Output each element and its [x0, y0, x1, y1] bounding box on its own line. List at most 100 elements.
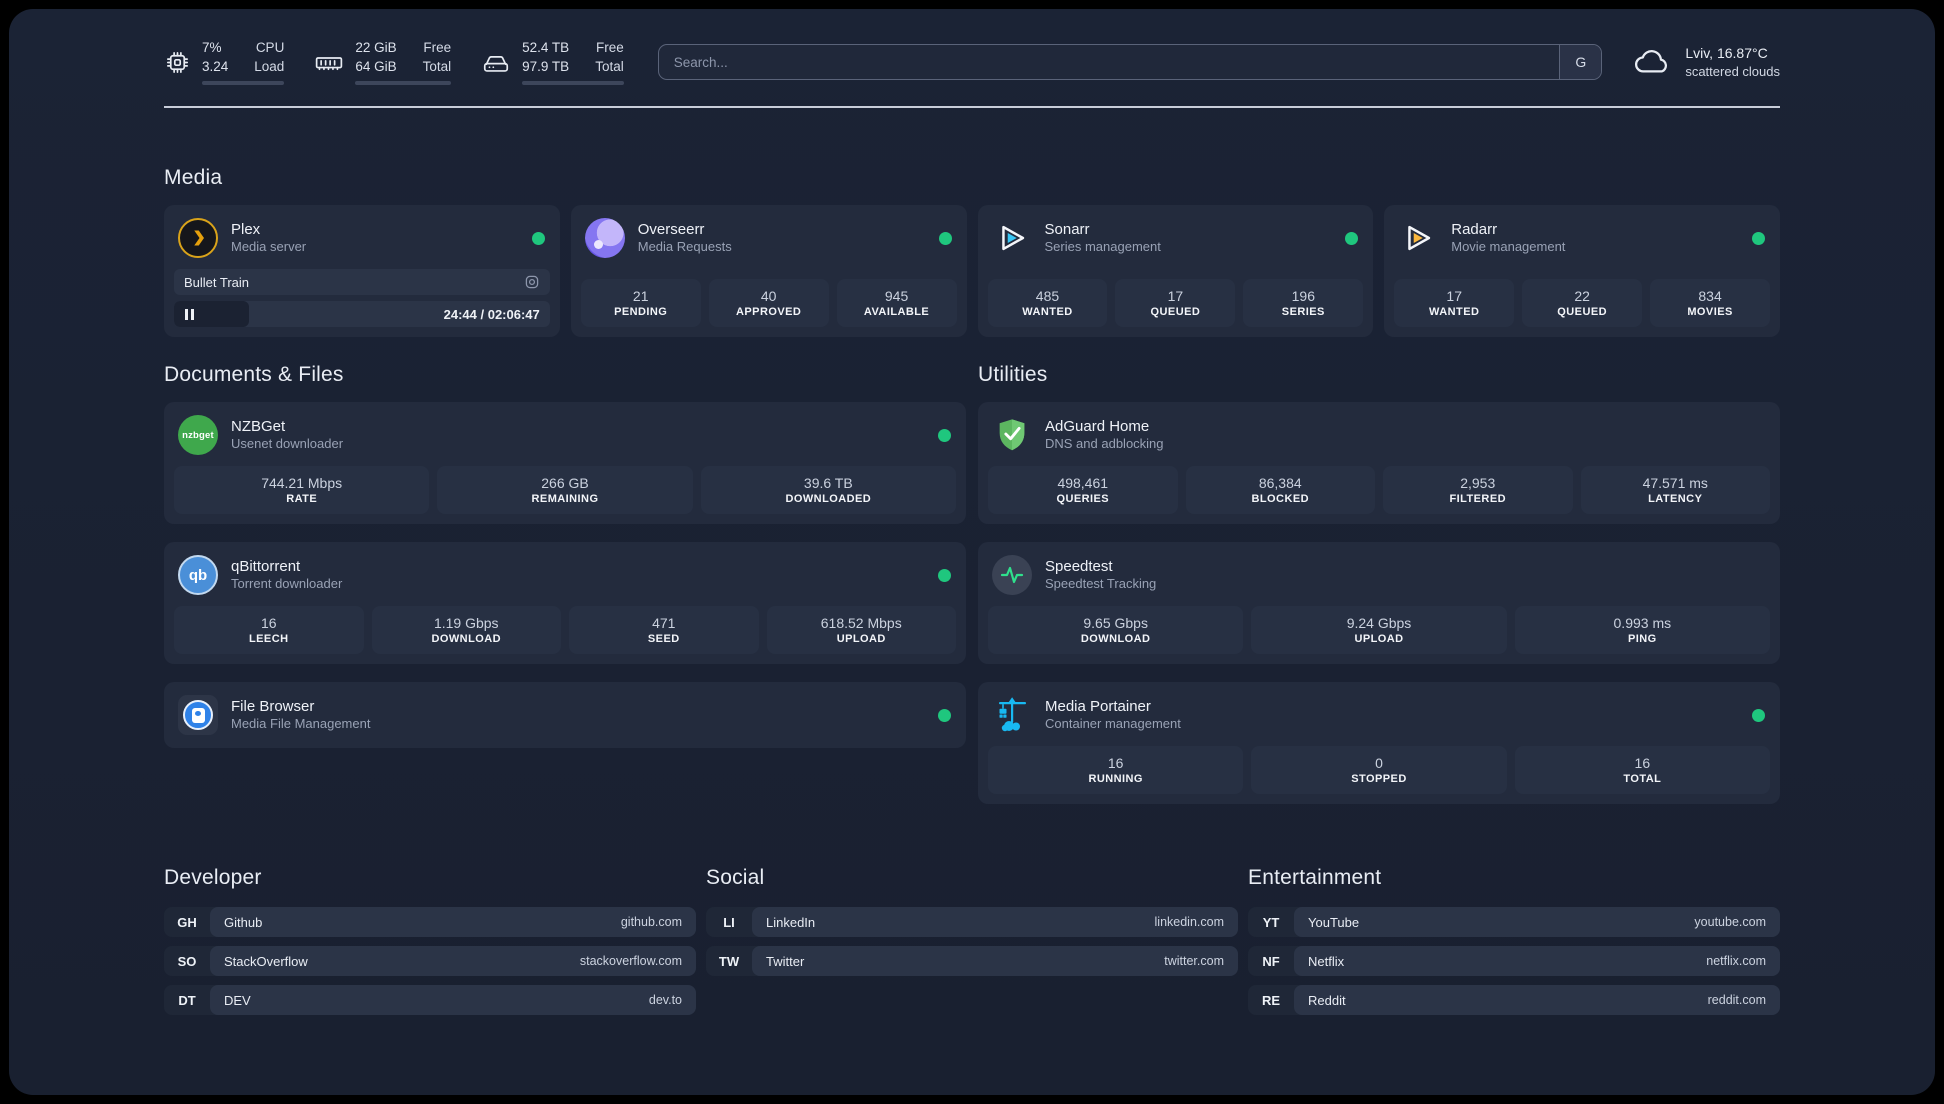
- bookmark-url: dev.to: [648, 993, 682, 1008]
- stat-label: QUEUED: [1557, 306, 1607, 319]
- bookmark-abbr: DT: [178, 992, 196, 1008]
- service-stats: 21 PENDING 40 APPROVED 945 AVAILABLE: [580, 279, 957, 328]
- service-link-plex[interactable]: Plex Media server: [174, 215, 550, 269]
- stat-queued: 22 QUEUED: [1522, 279, 1643, 328]
- stat-upload: 618.52 Mbps UPLOAD: [766, 606, 956, 655]
- stat-label: DOWNLOAD: [1080, 633, 1151, 646]
- memory-widget: 22 GiB Free 64 GiB Total: [314, 39, 452, 86]
- stat-value: 0.993 ms: [1613, 615, 1672, 632]
- stat-value: 485: [1035, 288, 1060, 305]
- dashboard: 7% CPU 3.24 Load 22 GiB Free 64 GiB Tota…: [9, 9, 1935, 1095]
- service-link-portainer[interactable]: Media Portainer Container management: [988, 692, 1770, 746]
- bookmark-abbr: TW: [718, 953, 740, 969]
- cpu-icon: [164, 49, 191, 76]
- bookmark-github[interactable]: GH Github github.com: [164, 907, 696, 938]
- service-name: Radarr: [1451, 220, 1498, 238]
- stat-value: 17: [1446, 288, 1462, 305]
- stat-value: 16: [260, 615, 277, 632]
- camera-icon: [524, 274, 540, 290]
- service-stats: 17 WANTED 22 QUEUED 834 MOVIES: [1394, 279, 1771, 328]
- search-input[interactable]: [658, 45, 1560, 80]
- stat-ping: 0.993 ms PING: [1514, 606, 1770, 655]
- service-link-nzbget[interactable]: nzbget NZBGet Usenet downloader: [174, 412, 956, 466]
- search-provider-button[interactable]: G: [1559, 45, 1602, 80]
- service-link-filebrowser[interactable]: File Browser Media File Management: [174, 692, 956, 738]
- service-card-qbittorrent: qb qBittorrent Torrent downloader 16 LEE…: [164, 542, 966, 665]
- header-divider: [164, 106, 1780, 109]
- bookmark-url: youtube.com: [1694, 915, 1766, 930]
- status-dot-online: [938, 568, 951, 582]
- bookmark-netflix[interactable]: NF Netflix netflix.com: [1248, 946, 1780, 977]
- stat-label: RATE: [286, 493, 318, 506]
- bookmark-twitter[interactable]: TW Twitter twitter.com: [706, 946, 1238, 977]
- stat-label: RUNNING: [1088, 773, 1143, 786]
- cpu-widget: 7% CPU 3.24 Load: [164, 39, 285, 86]
- stat-label: QUEUED: [1150, 306, 1201, 319]
- search-bar: G: [657, 44, 1603, 81]
- bookmark-dev[interactable]: DT DEV dev.to: [164, 985, 696, 1016]
- service-card-adguard: AdGuard Home DNS and adblocking 498,461 …: [978, 402, 1780, 525]
- stat-value: 16: [1107, 755, 1124, 772]
- service-card-sonarr: Sonarr Series management 485 WANTED 17 Q…: [977, 205, 1374, 338]
- stat-label: SERIES: [1281, 306, 1325, 319]
- stat-value: 2,953: [1460, 475, 1496, 492]
- memory-progress-bar: [355, 81, 452, 86]
- bookmark-url: reddit.com: [1707, 993, 1766, 1008]
- stat-download: 9.65 Gbps DOWNLOAD: [988, 606, 1244, 655]
- service-link-sonarr[interactable]: Sonarr Series management: [988, 215, 1364, 269]
- adguard-icon: [992, 415, 1032, 455]
- overseerr-icon: [584, 218, 625, 259]
- stat-value: 47.571 ms: [1642, 475, 1708, 492]
- stat-value: 17: [1167, 288, 1184, 305]
- disk-total-label: Total: [595, 58, 624, 74]
- service-link-radarr[interactable]: Radarr Movie management: [1394, 215, 1770, 269]
- memory-total-value: 64 GiB: [355, 58, 397, 74]
- service-link-adguard[interactable]: AdGuard Home DNS and adblocking: [988, 412, 1770, 466]
- service-description: Torrent downloader: [231, 576, 343, 592]
- bookmark-reddit[interactable]: RE Reddit reddit.com: [1248, 985, 1780, 1016]
- stat-running: 16 RUNNING: [988, 746, 1244, 795]
- disk-free-value: 52.4 TB: [522, 40, 570, 55]
- status-dot-online: [1345, 231, 1359, 245]
- service-link-qbittorrent[interactable]: qb qBittorrent Torrent downloader: [174, 552, 956, 606]
- qbittorrent-icon: qb: [178, 555, 218, 596]
- service-link-overseerr[interactable]: Overseerr Media Requests: [581, 215, 957, 269]
- stat-wanted: 17 WANTED: [1394, 279, 1515, 328]
- section-title-developer: Developer: [164, 866, 262, 890]
- service-card-overseerr: Overseerr Media Requests 21 PENDING 40 A…: [570, 205, 967, 338]
- stat-value: 39.6 TB: [803, 475, 853, 492]
- stat-label: REMAINING: [531, 493, 599, 506]
- disk-total-value: 97.9 TB: [522, 58, 570, 74]
- stat-latency: 47.571 ms LATENCY: [1580, 466, 1770, 515]
- stat-label: PENDING: [614, 306, 668, 319]
- status-dot-online: [938, 231, 952, 245]
- media-grid: Plex Media server Bullet Train 24:44 / 0…: [164, 205, 1780, 338]
- service-name: Plex: [231, 220, 261, 238]
- plex-icon: [178, 218, 218, 259]
- bookmark-youtube[interactable]: YT YouTube youtube.com: [1248, 907, 1780, 938]
- filebrowser-icon: [178, 695, 218, 736]
- stat-total: 16 TOTAL: [1514, 746, 1770, 795]
- bookmark-url: twitter.com: [1164, 954, 1224, 969]
- service-link-speedtest[interactable]: Speedtest Speedtest Tracking: [988, 552, 1770, 606]
- stat-series: 196 SERIES: [1243, 279, 1364, 328]
- stat-leech: 16 LEECH: [174, 606, 364, 655]
- bookmark-stackoverflow[interactable]: SO StackOverflow stackoverflow.com: [164, 946, 696, 977]
- top-bar: 7% CPU 3.24 Load 22 GiB Free 64 GiB Tota…: [164, 39, 1780, 86]
- stat-label: UPLOAD: [836, 633, 886, 646]
- cpu-load-label: Load: [254, 58, 285, 74]
- bookmark-name: Twitter: [766, 953, 805, 969]
- service-description: Media server: [231, 239, 307, 255]
- section-title-entertainment: Entertainment: [1248, 866, 1382, 890]
- service-description: DNS and adblocking: [1045, 436, 1164, 452]
- stat-label: SEED: [647, 633, 680, 646]
- bookmark-name: DEV: [224, 992, 251, 1008]
- stat-label: PING: [1627, 633, 1657, 646]
- status-dot-online: [1752, 231, 1765, 245]
- stat-value: 40: [760, 288, 777, 305]
- bookmark-linkedin[interactable]: LI LinkedIn linkedin.com: [706, 907, 1238, 938]
- stat-label: QUERIES: [1056, 493, 1110, 506]
- memory-icon: [314, 49, 344, 76]
- pause-icon[interactable]: [185, 308, 194, 320]
- service-description: Usenet downloader: [231, 436, 344, 452]
